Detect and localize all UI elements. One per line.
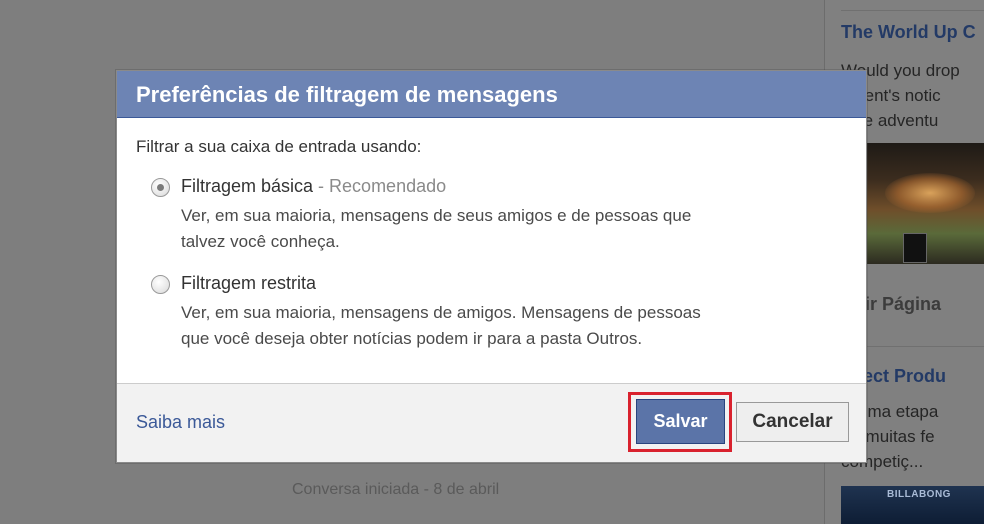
option-restricted-label: Filtragem restrita [181,273,317,293]
conversation-started-note: Conversa iniciada - 8 de abril [292,481,500,498]
save-button[interactable]: Salvar [636,399,725,444]
filter-intro-text: Filtrar a sua caixa de entrada usando: [136,137,422,156]
option-restricted-title[interactable]: Filtragem restrita [181,273,316,294]
option-basic-title[interactable]: Filtragem básica - Recomendado [181,176,446,197]
rail-ad-title[interactable]: The World Up C [841,22,976,43]
dialog-footer: Saiba mais Salvar Cancelar [117,383,866,462]
description-line: Ver, em sua maioria, mensagens de seus a… [181,206,692,225]
cancel-button[interactable]: Cancelar [736,402,849,442]
learn-more-link[interactable]: Saiba mais [136,412,225,433]
banner-logo-text: BILLABONG [887,489,951,500]
recommended-tag: - Recomendado [313,176,447,196]
message-filter-dialog: Preferências de filtragem de mensagens F… [116,70,867,463]
radio-restricted-filtering[interactable] [151,275,170,294]
rail-ad-image[interactable] [865,143,984,264]
dialog-title: Preferências de filtragem de mensagens [136,82,558,107]
radio-basic-filtering[interactable] [151,178,170,197]
dialog-body: Filtrar a sua caixa de entrada usando: F… [117,119,866,383]
description-line: Ver, em sua maioria, mensagens de amigos… [181,303,701,322]
option-restricted-description: Ver, em sua maioria, mensagens de amigos… [181,300,701,352]
play-icon[interactable] [903,233,927,263]
dialog-header: Preferências de filtragem de mensagens [117,71,866,118]
description-line: talvez você conheça. [181,232,340,251]
image-flare [885,173,975,213]
option-basic-label: Filtragem básica [181,176,314,196]
description-line: que você deseja obter notícias podem ir … [181,329,643,348]
option-basic-description: Ver, em sua maioria, mensagens de seus a… [181,203,691,255]
rail-banner-image[interactable]: BILLABONG [841,486,984,524]
rail-separator [841,10,984,11]
